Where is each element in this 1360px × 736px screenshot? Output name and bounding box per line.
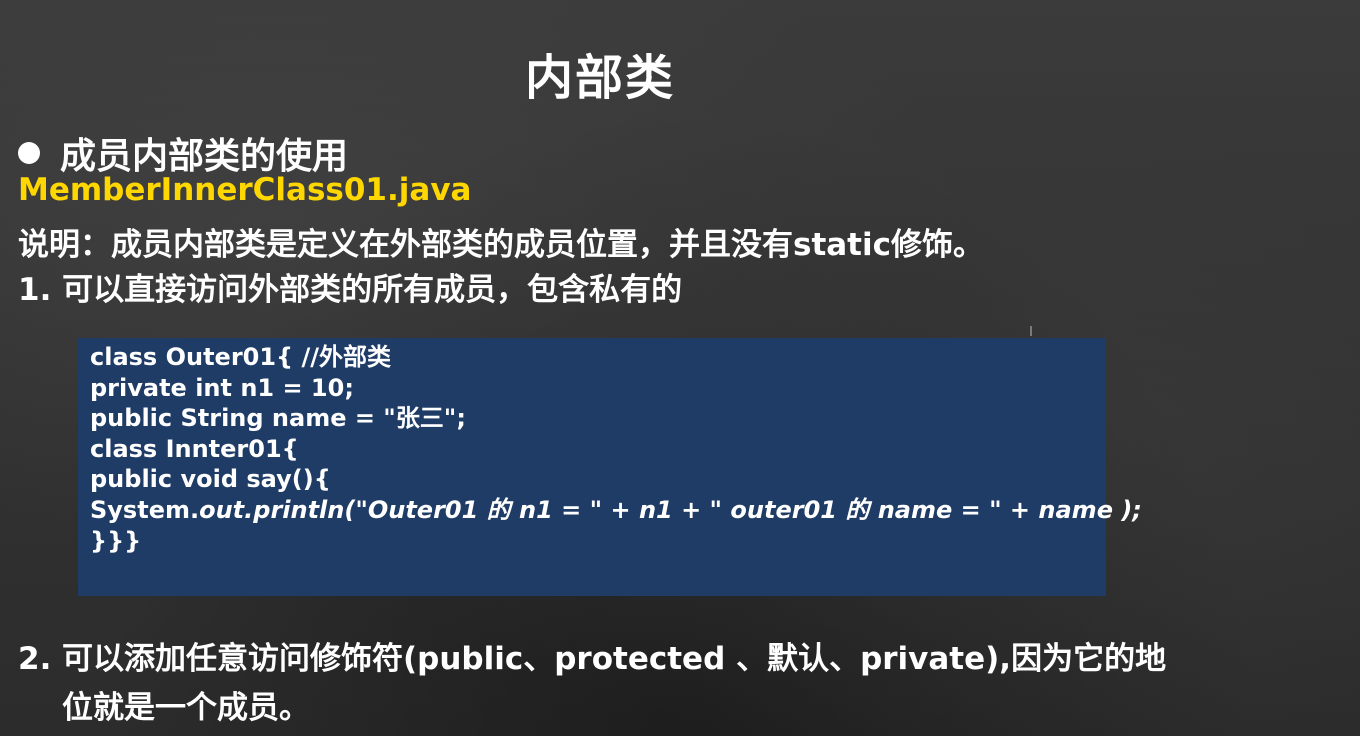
slide-title: 内部类 <box>524 50 675 106</box>
point-2-line-2: 位就是一个成员。 <box>62 690 310 726</box>
code-line-2: private int n1 = 10; <box>90 373 354 402</box>
bullet-dot-icon <box>18 142 40 164</box>
code-line-3: public String name = "张三"; <box>90 404 466 433</box>
code-line-5: public void say(){ <box>90 465 331 494</box>
point-1-text: 1. 可以直接访问外部类的所有成员，包含私有的 <box>18 272 683 308</box>
point-2: 2. 可以添加任意访问修饰符(public、protected 、默认、priva… <box>18 633 1348 727</box>
source-filename: MemberInnerClass01.java <box>18 172 472 208</box>
code-line-7: }}} <box>90 526 142 555</box>
code-line-6-italic: out.println("Outer01 的 n1 = " + n1 + " o… <box>199 495 1142 524</box>
slide: 内部类 成员内部类的使用 MemberInnerClass01.java 说明：… <box>0 0 1360 736</box>
description-text: 说明：成员内部类是定义在外部类的成员位置，并且没有static修饰。 <box>18 227 985 263</box>
code-line-1: class Outer01{ //外部类 <box>90 343 392 371</box>
point-2-line-1: 可以添加任意访问修饰符(public、protected 、默认、private… <box>62 641 1167 677</box>
chalk-mark <box>1030 326 1032 336</box>
code-line-6: System.out.println("Outer01 的 n1 = " + n… <box>90 495 1142 526</box>
code-block: class Outer01{ //外部类 private int n1 = 10… <box>78 338 1142 596</box>
code-line-4: class Innter01{ <box>90 434 299 463</box>
code-line-6-prefix: System. <box>90 495 200 524</box>
point-2-number: 2. <box>18 641 52 677</box>
